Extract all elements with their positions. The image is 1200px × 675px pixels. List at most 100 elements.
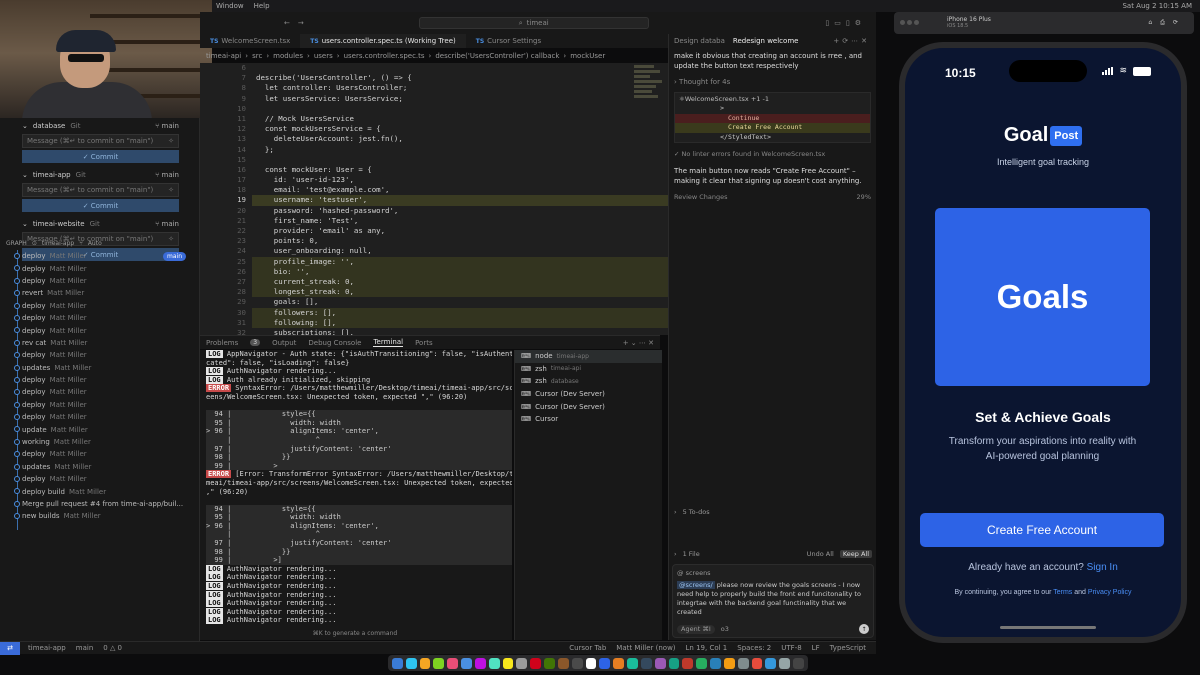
editor-tab[interactable]: TS WelcomeScreen.tsx bbox=[200, 34, 300, 48]
dock-app-icon[interactable] bbox=[613, 657, 625, 669]
breadcrumb-item[interactable]: users.controller.spec.ts bbox=[344, 52, 425, 60]
commit-row[interactable]: Merge pull request #4 from time-ai-app/b… bbox=[0, 498, 200, 510]
dock-app-icon[interactable] bbox=[710, 657, 721, 669]
dock-app-icon[interactable] bbox=[696, 657, 708, 669]
dock-app-icon[interactable] bbox=[405, 657, 417, 669]
breadcrumb-item[interactable]: src bbox=[252, 52, 262, 60]
dock-app-icon[interactable] bbox=[723, 657, 735, 669]
send-icon[interactable]: ↑ bbox=[859, 624, 869, 634]
commit-row[interactable]: deploy Matt Miller bbox=[0, 399, 200, 411]
dock-app-icon[interactable] bbox=[779, 657, 791, 669]
thought-label[interactable]: Thought for 4s bbox=[679, 78, 730, 86]
chat-input[interactable]: @ screens @screens/ please now review th… bbox=[672, 564, 874, 638]
commit-row[interactable]: deploy Matt Miller bbox=[0, 374, 200, 386]
dock-app-icon[interactable] bbox=[640, 657, 652, 669]
sign-in-link[interactable]: Sign In bbox=[1087, 562, 1118, 573]
commit-row[interactable]: updates Matt Miller bbox=[0, 362, 200, 374]
panel-tab[interactable]: Problems bbox=[206, 339, 238, 347]
command-search[interactable]: ⌕ timeai bbox=[418, 17, 649, 29]
breadcrumb-item[interactable]: users bbox=[314, 52, 333, 60]
status-item[interactable]: Cursor Tab bbox=[569, 644, 606, 652]
graph-repo[interactable]: timeai-app bbox=[42, 240, 74, 247]
layout-icons[interactable]: ▯▭▯⚙ bbox=[825, 19, 866, 27]
dock-app-icon[interactable] bbox=[585, 657, 597, 669]
terminal-instance[interactable]: ⌨ node timeai-app bbox=[515, 350, 662, 363]
remote-icon[interactable]: ⇄ bbox=[0, 641, 20, 655]
back-arrow-icon[interactable]: ← bbox=[284, 19, 290, 27]
terminal-instance[interactable]: ⌨ Cursor (Dev Server) bbox=[515, 400, 662, 413]
commit-button[interactable]: ✓ Commit bbox=[22, 150, 179, 163]
commit-row[interactable]: deploy Matt Miller bbox=[0, 262, 200, 274]
commit-row[interactable]: deploy Matt Miller bbox=[0, 312, 200, 324]
branch-label[interactable]: ⑂ main bbox=[155, 220, 179, 228]
chat-tab-active[interactable]: Redesign welcome bbox=[733, 37, 799, 45]
commit-row[interactable]: rev cat Matt Miller bbox=[0, 337, 200, 349]
status-item[interactable]: LF bbox=[812, 644, 820, 652]
dock-app-icon[interactable] bbox=[433, 657, 445, 669]
dock-app-icon[interactable] bbox=[392, 657, 403, 669]
model-selector[interactable]: o3 bbox=[721, 625, 729, 634]
dock-app-icon[interactable] bbox=[571, 657, 583, 669]
dock-app-icon[interactable] bbox=[751, 657, 763, 669]
dock-app-icon[interactable] bbox=[793, 657, 804, 669]
panel-actions-icons[interactable]: + ⌄ ⋯ ✕ bbox=[623, 339, 654, 347]
dock-app-icon[interactable] bbox=[502, 657, 514, 669]
commit-row[interactable]: deploy Matt Miller bbox=[0, 300, 200, 312]
terminal-instance[interactable]: ⌨ zsh timeai-api bbox=[515, 363, 662, 376]
panel-tab[interactable]: Debug Console bbox=[308, 339, 361, 347]
panel-tab[interactable]: Output bbox=[272, 339, 296, 347]
commit-message-input[interactable]: Message (⌘↵ to commit on "main") ✧ bbox=[22, 183, 179, 197]
branch-label[interactable]: ⑂ main bbox=[155, 171, 179, 179]
commit-button[interactable]: ✓ Commit bbox=[22, 199, 179, 212]
keep-all-button[interactable]: Keep All bbox=[839, 550, 872, 558]
chevron-right-icon[interactable]: › bbox=[674, 78, 677, 86]
privacy-link[interactable]: Privacy Policy bbox=[1088, 589, 1132, 596]
editor-tab[interactable]: TS users.controller.spec.ts (Working Tree… bbox=[300, 34, 466, 48]
agent-selector[interactable]: Agent ⌘I bbox=[677, 624, 715, 634]
dock-app-icon[interactable] bbox=[530, 657, 542, 669]
breadcrumb-item[interactable]: mockUser bbox=[570, 52, 605, 60]
dock-app-icon[interactable] bbox=[682, 657, 694, 669]
commit-row[interactable]: deploy Matt Miller bbox=[0, 411, 200, 423]
breadcrumb-item[interactable]: describe('UsersController') callback bbox=[435, 52, 559, 60]
repo-header[interactable]: ⌄ timeai-app Git ⑂ main bbox=[22, 169, 179, 181]
dock-app-icon[interactable] bbox=[419, 657, 431, 669]
dock-app-icon[interactable] bbox=[516, 657, 528, 669]
chevron-right-icon[interactable]: › bbox=[674, 550, 677, 558]
status-item[interactable]: Ln 19, Col 1 bbox=[686, 644, 728, 652]
branch-label[interactable]: ⑂ main bbox=[155, 122, 179, 130]
status-item[interactable]: Spaces: 2 bbox=[737, 644, 771, 652]
dock-app-icon[interactable] bbox=[627, 657, 638, 669]
commit-message-input[interactable]: Message (⌘↵ to commit on "main") ✧ bbox=[22, 134, 179, 148]
review-changes[interactable]: Review Changes bbox=[674, 193, 728, 201]
commit-row[interactable]: update Matt Miller bbox=[0, 423, 200, 435]
home-icon[interactable]: ⌂⎙⟳ bbox=[1148, 19, 1186, 27]
chevron-right-icon[interactable]: › bbox=[674, 508, 677, 516]
status-item[interactable]: main bbox=[76, 644, 94, 652]
commit-row[interactable]: deploy Matt Miller bbox=[0, 275, 200, 287]
terms-link[interactable]: Terms bbox=[1053, 589, 1072, 596]
panel-tab[interactable]: Terminal bbox=[373, 338, 404, 347]
dock-app-icon[interactable] bbox=[544, 657, 555, 669]
forward-arrow-icon[interactable]: → bbox=[298, 19, 304, 27]
graph-auto[interactable]: Auto bbox=[88, 240, 102, 247]
commit-row[interactable]: deploy Matt Miller bbox=[0, 473, 200, 485]
commit-row[interactable]: deploy Matt Miller bbox=[0, 448, 200, 460]
minimap[interactable] bbox=[634, 63, 664, 133]
commit-row[interactable]: deploy Matt Miller bbox=[0, 386, 200, 398]
commit-row[interactable]: working Matt Miller bbox=[0, 436, 200, 448]
home-indicator[interactable] bbox=[1000, 626, 1096, 629]
dock-app-icon[interactable] bbox=[474, 657, 486, 669]
editor-tab[interactable]: TS Cursor Settings bbox=[466, 34, 551, 48]
dock-app-icon[interactable] bbox=[447, 657, 459, 669]
commit-row[interactable]: revert Matt Miller bbox=[0, 287, 200, 299]
commit-row[interactable]: new builds Matt Miller bbox=[0, 510, 200, 522]
sparkle-icon[interactable]: ✧ bbox=[168, 137, 174, 145]
commit-row[interactable]: deploy Matt Miller main bbox=[0, 250, 200, 262]
terminal-output[interactable]: LOG AppNavigator - Auth state: {"isAuthT… bbox=[200, 350, 512, 640]
status-item[interactable]: TypeScript bbox=[830, 644, 866, 652]
commit-row[interactable]: updates Matt Miller bbox=[0, 461, 200, 473]
terminal-instance[interactable]: ⌨ Cursor bbox=[515, 413, 662, 426]
status-item[interactable]: timeai-app bbox=[28, 644, 66, 652]
status-item[interactable]: 0 △ 0 bbox=[103, 644, 122, 652]
